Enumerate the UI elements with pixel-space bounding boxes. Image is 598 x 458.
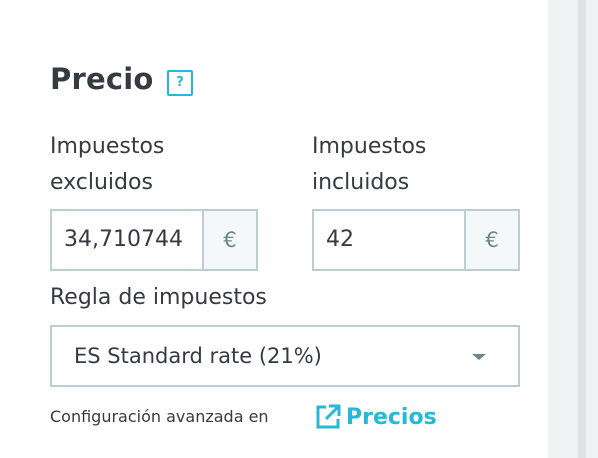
pricing-link[interactable]: Precios [314,401,437,433]
pricing-link-label: Precios [346,404,437,430]
tax-excluded-label: Impuestos excluidos [50,129,270,201]
external-link-icon [316,404,341,429]
euro-currency-addon: € [464,211,518,269]
right-scroll-gutter [548,0,598,458]
tax-rule-selected-value: ES Standard rate (21%) [74,344,322,368]
price-tax-excluded-group: 34,710744 € [50,209,258,271]
tax-included-label: Impuestos incluidos [312,129,532,201]
tax-excluded-label-line1: Impuestos [50,134,165,159]
section-title: Precio [50,62,154,96]
euro-currency-addon: € [202,211,256,269]
chevron-down-icon [472,354,486,360]
tax-excluded-label-line2: excluidos [50,170,153,195]
pricing-panel: Precio ? Impuestos excluidos 34,710744 €… [0,0,548,458]
scrollbar[interactable] [578,0,586,458]
price-tax-excluded-input[interactable]: 34,710744 [52,211,202,269]
tax-included-label-line1: Impuestos [312,134,427,159]
tax-included-label-line2: incluidos [312,170,410,195]
help-icon[interactable]: ? [167,70,193,96]
tax-rule-select[interactable]: ES Standard rate (21%) [50,325,520,387]
advanced-settings-text: Configuración avanzada en [50,407,269,426]
tax-rule-label: Regla de impuestos [50,285,267,310]
price-tax-included-group: 42 € [312,209,520,271]
price-tax-included-input[interactable]: 42 [314,211,464,269]
